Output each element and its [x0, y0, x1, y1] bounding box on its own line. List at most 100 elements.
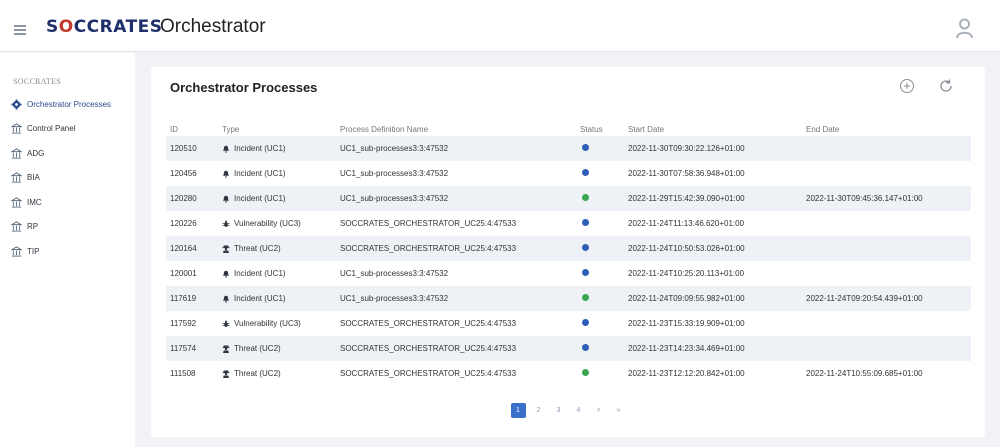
- cell-process-definition: UC1_sub-processes3:3:47532: [340, 286, 580, 311]
- table-row[interactable]: 117619 Incident (UC1) UC1_sub-processes3:3…: [166, 286, 971, 311]
- cell-type: Incident (UC1): [222, 186, 340, 211]
- table-row[interactable]: 120280 Incident (UC1) UC1_sub-processes3:3…: [166, 186, 971, 211]
- sidebar-item-bia[interactable]: BIA: [11, 171, 40, 185]
- next-page-button[interactable]: >: [592, 404, 606, 418]
- sidebar-item-imc[interactable]: IMC: [11, 195, 42, 209]
- column-header-type[interactable]: Type: [222, 122, 340, 136]
- hamburger-menu-icon[interactable]: [14, 25, 26, 35]
- bug-icon: [222, 220, 234, 228]
- cell-process-definition: UC1_sub-processes3:3:47532: [340, 269, 449, 278]
- cell-start-date: 2022-11-24T09:09:55.982+01:00: [628, 286, 806, 311]
- table-row[interactable]: 117592 Vulnerability (UC3) SOCCRATES_ORCHE…: [166, 311, 971, 336]
- type-label: Incident (UC1): [234, 144, 286, 153]
- sidebar-item-label: BIA: [27, 173, 40, 182]
- page-button-3[interactable]: 3: [552, 404, 566, 418]
- page-button-1[interactable]: 1: [510, 403, 526, 418]
- cell-id: 120164: [166, 236, 222, 261]
- bell-icon: [222, 145, 234, 153]
- cell-status: [580, 161, 628, 186]
- cell-end-date: 2022-11-30T09:45:36.147+01:00: [806, 186, 971, 211]
- user-avatar-icon[interactable]: [956, 18, 973, 38]
- sidebar-item-adg[interactable]: ADG: [11, 146, 44, 160]
- bell-icon: [222, 295, 234, 303]
- cell-end-date: [806, 161, 971, 186]
- sidebar-item-label: Orchestrator Processes: [27, 99, 112, 109]
- cell-id: 111508: [170, 369, 196, 378]
- column-header-start-date[interactable]: Start Date: [628, 122, 806, 136]
- last-page-button[interactable]: »: [612, 404, 626, 418]
- cell-end-date: 2022-11-24T09:20:54.439+01:00: [806, 286, 971, 311]
- cell-type: Incident (UC1): [222, 161, 340, 186]
- table-row[interactable]: 120226 Vulnerability (UC3) SOCCRATES_ORCHE…: [166, 211, 971, 236]
- bank-icon: [11, 147, 27, 159]
- sidebar-item-orchestrator-processes[interactable]: Orchestrator Processes: [11, 97, 111, 111]
- cell-id: 117619: [166, 286, 222, 311]
- processes-card: Orchestrator Processes ID Type Process D…: [151, 67, 985, 437]
- cell-id: 120280: [166, 186, 222, 211]
- page-button-4[interactable]: 4: [572, 404, 586, 418]
- pagination: 1 2 3 4 > »: [151, 403, 985, 418]
- status-active-icon: [582, 244, 589, 251]
- cell-end-date: [806, 336, 971, 361]
- cell-end-date: 2022-11-24T10:55:09.685+01:00: [806, 369, 923, 378]
- cell-process-definition: SOCCRATES_ORCHESTRATOR_UC25:4:47533: [340, 236, 580, 261]
- table-row[interactable]: 111508 Threat (UC2) SOCCRATES_ORCHESTRATOR…: [166, 361, 971, 386]
- column-header-id[interactable]: ID: [166, 122, 222, 136]
- sidebar-item-label: TIP: [27, 246, 40, 256]
- cell-end-date: [806, 136, 971, 161]
- page-button-2[interactable]: 2: [532, 404, 546, 418]
- sidebar-section-label: SOCCRATES: [13, 77, 62, 86]
- status-active-icon: [582, 144, 589, 151]
- status-active-icon: [582, 169, 589, 176]
- table-row[interactable]: 120164 Threat (UC2) SOCCRATES_ORCHESTRATOR…: [166, 236, 971, 261]
- table-header: ID Type Process Definition Name Status S…: [166, 122, 971, 136]
- cell-id: 120510: [166, 136, 222, 161]
- cell-start-date: 2022-11-29T15:42:39.090+01:00: [628, 186, 806, 211]
- table-row[interactable]: 120001 Incident (UC1) UC1_sub-processes3:3…: [166, 261, 971, 286]
- cell-end-date: [806, 311, 971, 336]
- cell-status: [580, 361, 628, 386]
- status-active-icon: [582, 344, 589, 351]
- app-title: Orchestrator: [160, 16, 266, 37]
- cell-type: Threat (UC2): [222, 236, 340, 261]
- table-row[interactable]: 117574 Threat (UC2) SOCCRATES_ORCHESTRATOR…: [166, 336, 971, 361]
- column-header-status[interactable]: Status: [580, 122, 628, 136]
- bank-icon: [11, 172, 27, 183]
- cell-end-date: [806, 236, 971, 261]
- app-logo: SOCCRATES: [46, 17, 163, 37]
- table-row[interactable]: 120456 Incident (UC1) UC1_sub-processes3:3…: [166, 161, 971, 186]
- cell-id: 120001: [170, 269, 197, 278]
- sidebar-item-label: Control Panel: [27, 124, 76, 133]
- column-header-end-date[interactable]: End Date: [806, 122, 971, 136]
- cell-type: Threat (UC2): [222, 361, 340, 386]
- column-header-process[interactable]: Process Definition Name: [340, 122, 580, 136]
- cell-type: Vulnerability (UC3): [222, 311, 340, 336]
- sidebar-item-tip[interactable]: TIP: [11, 244, 39, 258]
- sidebar-item-control-panel[interactable]: Control Panel: [11, 122, 75, 136]
- refresh-button[interactable]: [938, 78, 954, 94]
- sidebar: SOCCRATES Orchestrator Processes Control …: [0, 53, 135, 447]
- cell-status: [580, 336, 628, 361]
- cell-process-definition: SOCCRATES_ORCHESTRATOR_UC25:4:47533: [340, 219, 517, 228]
- processes-table: ID Type Process Definition Name Status S…: [166, 122, 971, 386]
- cell-process-definition: UC1_sub-processes3:3:47532: [340, 169, 449, 178]
- status-active-icon: [582, 269, 589, 276]
- cell-process-definition: SOCCRATES_ORCHESTRATOR_UC25:4:47533: [340, 336, 580, 361]
- add-process-button[interactable]: [899, 78, 915, 94]
- top-bar: SOCCRATES Orchestrator: [0, 0, 1000, 52]
- type-label: Threat (UC2): [234, 369, 281, 378]
- status-completed-icon: [582, 369, 589, 376]
- cell-type: Incident (UC1): [222, 286, 340, 311]
- table-row[interactable]: 120510 Incident (UC1) UC1_sub-processes3:3…: [166, 136, 971, 161]
- type-label: Incident (UC1): [234, 294, 286, 303]
- user-secret-icon: [222, 370, 234, 378]
- bell-icon: [222, 170, 234, 178]
- cell-status: [580, 286, 628, 311]
- bank-icon: [11, 221, 27, 232]
- type-label: Threat (UC2): [234, 244, 281, 253]
- cell-process-definition: SOCCRATES_ORCHESTRATOR_UC25:4:47533: [340, 319, 517, 328]
- cell-status: [580, 311, 628, 336]
- cell-status: [580, 261, 628, 286]
- cell-type: Vulnerability (UC3): [222, 211, 340, 236]
- sidebar-item-rp[interactable]: RP: [11, 220, 38, 234]
